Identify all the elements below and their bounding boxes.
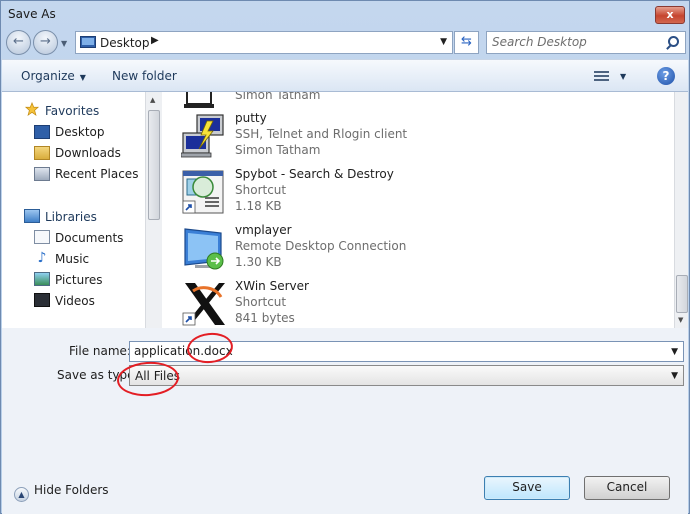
file-size: 1.30 KB	[235, 255, 282, 269]
organize-label: Organize	[21, 69, 75, 83]
back-button[interactable]: ←	[6, 30, 31, 55]
sidebar-item-desktop[interactable]: Desktop	[55, 125, 105, 139]
help-icon[interactable]: ?	[657, 67, 675, 85]
list-item[interactable]: vmplayer Remote Desktop Connection 1.30 …	[181, 223, 481, 275]
file-size: 1.18 KB	[235, 199, 282, 213]
address-dropdown-icon[interactable]: ▼	[440, 37, 447, 47]
list-item[interactable]: Spybot - Search & Destroy Shortcut 1.18 …	[181, 167, 481, 219]
close-button[interactable]: x	[655, 6, 685, 24]
search-input[interactable]	[492, 35, 662, 49]
change-view-icon[interactable]	[594, 70, 609, 83]
music-icon: ♪	[37, 250, 47, 266]
sidebar-item-documents[interactable]: Documents	[55, 231, 123, 245]
chevron-down-icon: ▼	[79, 73, 86, 82]
refresh-button[interactable]: ⇆	[454, 31, 479, 54]
save-button[interactable]: Save	[484, 476, 570, 500]
file-name: XWin Server	[235, 279, 309, 293]
scroll-down-icon[interactable]: ▼	[678, 316, 683, 324]
videos-icon	[34, 293, 50, 307]
sidebar-item-recent-places[interactable]: Recent Places	[55, 167, 138, 181]
sidebar-heading-libraries[interactable]: Libraries	[45, 210, 97, 224]
browser-panes: Favorites Desktop Downloads Recent Place…	[2, 92, 688, 328]
address-location[interactable]: Desktop	[100, 36, 150, 50]
command-toolbar: Organize ▼ New folder ▼ ?	[2, 59, 688, 92]
file-name: putty	[235, 111, 267, 125]
address-bar[interactable]: Desktop ▶ ▼	[75, 31, 453, 54]
remote-desktop-icon	[184, 228, 224, 270]
list-item[interactable]: XWin Server Shortcut 841 bytes	[181, 279, 481, 328]
chevron-up-icon: ▲	[14, 487, 29, 502]
file-name-dropdown-icon[interactable]: ▼	[671, 347, 678, 357]
desktop-icon	[34, 125, 50, 139]
search-box[interactable]	[486, 31, 686, 54]
pictures-icon	[34, 272, 50, 286]
view-options-dropdown-icon[interactable]: ▼	[620, 72, 626, 81]
file-size: 841 bytes	[235, 311, 295, 325]
spybot-icon	[182, 170, 224, 214]
list-item[interactable]: putty SSH, Telnet and Rlogin client Simo…	[181, 111, 481, 163]
navigation-pane-scrollbar[interactable]: ▲	[145, 92, 162, 328]
sidebar-item-videos[interactable]: Videos	[55, 294, 95, 308]
sidebar-item-music[interactable]: Music	[55, 252, 89, 266]
desktop-icon	[80, 36, 96, 48]
title-bar: Save As x	[1, 1, 689, 28]
hide-folders-button[interactable]: ▲ Hide Folders	[14, 483, 109, 502]
libraries-icon	[24, 209, 40, 223]
sidebar-item-pictures[interactable]: Pictures	[55, 273, 103, 287]
file-name-label: File name:	[69, 344, 131, 358]
favorites-star-icon	[24, 102, 40, 116]
navigation-pane: Favorites Desktop Downloads Recent Place…	[2, 92, 145, 328]
refresh-icon: ⇆	[461, 34, 472, 49]
save-as-type-dropdown-icon[interactable]: ▼	[671, 371, 678, 381]
hide-folders-label: Hide Folders	[34, 483, 109, 497]
forward-button[interactable]: →	[33, 30, 58, 55]
file-type: Shortcut	[235, 183, 287, 197]
file-type: Shortcut	[235, 295, 287, 309]
save-as-type-select[interactable]: All Files ▼	[129, 365, 684, 386]
putty-icon	[181, 114, 224, 158]
xwin-icon	[182, 283, 225, 326]
navigation-bar: ← → ▼ Desktop ▶ ▼ ⇆	[1, 28, 689, 58]
search-icon[interactable]	[668, 36, 679, 47]
file-description: SSH, Telnet and Rlogin client	[235, 127, 408, 141]
save-form: File name: ▼ Save as type: All Files ▼ ▲…	[2, 328, 688, 514]
sidebar-item-downloads[interactable]: Downloads	[55, 146, 121, 160]
sidebar-heading-favorites[interactable]: Favorites	[45, 104, 99, 118]
file-list-scrollbar[interactable]: ▼	[674, 92, 688, 328]
file-list-scroll-thumb[interactable]	[676, 275, 688, 313]
file-list: Simon Tatham putty SSH, Telnet and Rlogi…	[163, 92, 674, 328]
file-type: Remote Desktop Connection	[235, 239, 407, 253]
window-title: Save As	[8, 7, 56, 21]
scroll-up-icon[interactable]: ▲	[150, 96, 155, 104]
file-name: Spybot - Search & Destroy	[235, 167, 394, 181]
file-publisher: Simon Tatham	[235, 92, 321, 102]
recent-places-icon	[34, 167, 50, 181]
chevron-right-icon[interactable]: ▶	[151, 35, 159, 46]
new-folder-button[interactable]: New folder	[112, 69, 177, 83]
recent-locations-dropdown-icon[interactable]: ▼	[61, 39, 67, 48]
downloads-folder-icon	[34, 146, 50, 160]
organize-button[interactable]: Organize ▼	[21, 69, 86, 83]
navigation-pane-scroll-thumb[interactable]	[148, 110, 160, 220]
documents-icon	[34, 230, 50, 244]
file-publisher: Simon Tatham	[235, 143, 321, 157]
file-name: vmplayer	[235, 223, 292, 237]
save-as-dialog: Save As x ← → ▼ Desktop ▶ ▼ ⇆ Organize ▼ …	[0, 0, 690, 514]
cancel-button[interactable]: Cancel	[584, 476, 670, 500]
